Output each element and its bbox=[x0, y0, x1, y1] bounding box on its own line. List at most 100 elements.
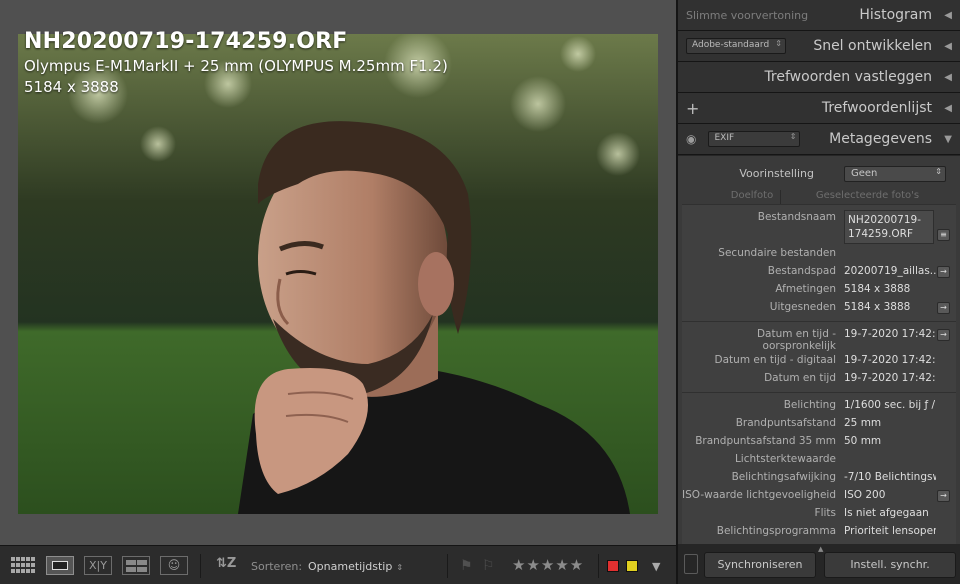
metadata-key: ISO-waarde lichtgevoeligheid bbox=[682, 489, 836, 501]
keyword-list-header[interactable]: + Trefwoordenlijst ◀ bbox=[678, 93, 960, 124]
portrait-photo bbox=[18, 34, 658, 514]
metadata-target-tabs: Doelfoto Geselecteerde foto's bbox=[684, 190, 954, 204]
loupe-view-icon[interactable] bbox=[46, 556, 74, 575]
flag-pick-icon[interactable]: ⚑ bbox=[460, 558, 473, 574]
preset-value: Geen bbox=[851, 168, 878, 179]
quick-develop-header[interactable]: Adobe-standaard ⇕ Snel ontwikkelen ◀ bbox=[678, 31, 960, 62]
chevron-updown-icon: ⇕ bbox=[396, 563, 404, 572]
go-to-crop-icon[interactable]: → bbox=[937, 302, 950, 314]
go-to-folder-icon[interactable]: → bbox=[937, 266, 950, 278]
add-keyword-icon[interactable]: + bbox=[686, 99, 699, 118]
quick-develop-title: Snel ontwikkelen bbox=[813, 38, 932, 54]
compare-view-icon[interactable]: X|Y bbox=[84, 556, 112, 575]
metadata-key: Bestandsnaam bbox=[757, 211, 836, 223]
metadata-key: Afmetingen bbox=[775, 283, 836, 295]
sync-bar: ▲ Synchroniseren Instell. synchr. bbox=[678, 545, 960, 584]
overlay-filename: NH20200719-174259.ORF bbox=[24, 29, 348, 54]
star-rating[interactable]: ★★★★★ bbox=[512, 556, 584, 574]
toolbar-divider bbox=[200, 554, 201, 578]
collapse-left-icon[interactable]: ◀ bbox=[944, 41, 952, 52]
metadata-value: 50 mm bbox=[844, 435, 882, 447]
sync-switch[interactable] bbox=[684, 554, 698, 574]
tab-target-photo[interactable]: Doelfoto bbox=[684, 190, 780, 204]
histogram-header[interactable]: Slimme voorvertoning Histogram ◀ bbox=[678, 0, 960, 31]
metadata-value: 5184 x 3888 bbox=[844, 301, 911, 313]
metadata-row-filename: Bestandsnaam NH20200719-174259.ORF ≡ bbox=[682, 209, 956, 245]
metadata-value: ISO 200 bbox=[844, 489, 886, 501]
loupe-view[interactable]: NH20200719-174259.ORF Olympus E-M1MarkII… bbox=[0, 0, 676, 545]
quick-develop-preset-value: Adobe-standaard bbox=[692, 40, 770, 50]
people-view-icon[interactable]: ☺ bbox=[160, 556, 188, 575]
sort-direction-icon[interactable]: ⇅Z bbox=[216, 556, 236, 575]
metadata-row-dimensions: Afmetingen 5184 x 3888 bbox=[682, 281, 956, 299]
preset-label: Voorinstelling bbox=[739, 167, 814, 180]
sync-settings-button[interactable]: Instell. synchr. bbox=[824, 552, 956, 578]
metadata-row-cropped: Uitgesneden 5184 x 3888 → bbox=[682, 299, 956, 317]
overlay-camera-lens: Olympus E-M1MarkII + 25 mm (OLYMPUS M.25… bbox=[24, 57, 448, 75]
metadata-value: Prioriteit lensopening bbox=[844, 525, 936, 537]
metadata-value: 25 mm bbox=[844, 417, 882, 429]
keywording-title: Trefwoorden vastleggen bbox=[764, 69, 932, 85]
collapse-left-icon[interactable]: ◀ bbox=[944, 72, 952, 83]
metadata-value bbox=[844, 245, 936, 247]
collapse-down-icon[interactable]: ▼ bbox=[944, 134, 952, 145]
metadata-key: Belichting bbox=[783, 399, 836, 411]
flag-reject-icon[interactable]: ⚐ bbox=[482, 558, 495, 574]
chevron-updown-icon: ⇕ bbox=[775, 39, 782, 48]
color-label-red[interactable] bbox=[607, 560, 619, 572]
metadata-row-focal-length: Brandpuntsafstand 25 mm bbox=[682, 415, 956, 433]
metadata-row-date: Datum en tijd 19-7-2020 17:42:59 bbox=[682, 370, 956, 388]
survey-view-icon[interactable] bbox=[122, 556, 150, 575]
metadata-value: 19-7-2020 17:42:... bbox=[844, 328, 936, 340]
quick-develop-preset-select[interactable]: Adobe-standaard ⇕ bbox=[686, 38, 786, 54]
sort-select[interactable]: Opnametijdstip ⇕ bbox=[308, 560, 403, 573]
metadata-panel: Voorinstelling Geen ⇕ Doelfoto Geselectee… bbox=[678, 156, 960, 544]
color-label-yellow[interactable] bbox=[626, 560, 638, 572]
metadata-value: Is niet afgegaan bbox=[844, 507, 929, 519]
sort-value: Opnametijdstip bbox=[308, 560, 393, 573]
photo-preview[interactable] bbox=[18, 34, 658, 514]
metadata-key: Brandpuntsafstand 35 mm bbox=[695, 435, 836, 447]
file-info-block: Bestandsnaam NH20200719-174259.ORF ≡ Sec… bbox=[682, 204, 956, 321]
tab-selected-photos[interactable]: Geselecteerde foto's bbox=[780, 190, 954, 204]
chevron-updown-icon: ⇕ bbox=[935, 167, 942, 176]
library-toolbar: X|Y ☺ ⇅Z Sorteren: Opnametijdstip ⇕ ⚑ ⚐ ★… bbox=[0, 545, 676, 584]
collapse-left-icon[interactable]: ◀ bbox=[944, 103, 952, 114]
edit-date-icon[interactable]: → bbox=[937, 329, 950, 341]
metadata-row-flash: Flits Is niet afgegaan bbox=[682, 505, 956, 523]
chevron-updown-icon: ⇕ bbox=[789, 132, 797, 141]
metadata-row-brightness: Lichtsterktewaarde bbox=[682, 451, 956, 469]
list-icon[interactable]: ≡ bbox=[937, 229, 950, 241]
metadata-value: 5184 x 3888 bbox=[844, 283, 911, 295]
filter-iso-icon[interactable]: → bbox=[937, 490, 950, 502]
metadata-key: Lichtsterktewaarde bbox=[734, 453, 836, 465]
eye-icon[interactable]: ◉ bbox=[686, 132, 696, 146]
histogram-title: Histogram bbox=[859, 7, 932, 23]
metadata-row-sidecar: Secundaire bestanden bbox=[682, 245, 956, 263]
metadata-header[interactable]: ◉ EXIF ⇕ Metagegevens ▼ bbox=[678, 124, 960, 155]
metadata-title: Metagegevens bbox=[829, 131, 932, 147]
metadata-view-select[interactable]: EXIF ⇕ bbox=[708, 131, 801, 147]
preset-select[interactable]: Geen ⇕ bbox=[844, 166, 946, 182]
grid-view-icon[interactable] bbox=[10, 556, 36, 575]
right-panel: Slimme voorvertoning Histogram ◀ Adobe-s… bbox=[676, 0, 960, 584]
metadata-row-date-digital: Datum en tijd - digitaal 19-7-2020 17:42… bbox=[682, 352, 956, 370]
panel-expand-icon[interactable]: ▲ bbox=[818, 545, 823, 553]
smart-preview-label: Slimme voorvertoning bbox=[686, 8, 809, 22]
info-overlay: NH20200719-174259.ORF Olympus E-M1MarkII… bbox=[24, 28, 448, 98]
collapse-left-icon[interactable]: ◀ bbox=[944, 10, 952, 21]
metadata-row-path: Bestandspad 20200719_aillas... → bbox=[682, 263, 956, 281]
sync-button[interactable]: Synchroniseren bbox=[704, 552, 816, 578]
metadata-row-exposure: Belichting 1/1600 sec. bij ƒ / 1,8 bbox=[682, 397, 956, 415]
filename-field[interactable]: NH20200719-174259.ORF bbox=[844, 210, 934, 244]
metadata-key: Bestandspad bbox=[767, 265, 836, 277]
metadata-key: Datum en tijd - oorspronkelijk bbox=[756, 328, 836, 352]
metadata-key: Datum en tijd - digitaal bbox=[714, 354, 836, 366]
metadata-row-focal-length-35: Brandpuntsafstand 35 mm 50 mm bbox=[682, 433, 956, 451]
toolbar-menu-chevron-icon[interactable]: ▼ bbox=[652, 560, 660, 573]
metadata-row-date-original: Datum en tijd - oorspronkelijk 19-7-2020… bbox=[682, 326, 956, 352]
overlay-dimensions: 5184 x 3888 bbox=[24, 78, 119, 96]
metadata-key: Datum en tijd bbox=[764, 372, 836, 384]
metadata-key: Brandpuntsafstand bbox=[735, 417, 836, 429]
keywording-header[interactable]: Trefwoorden vastleggen ◀ bbox=[678, 62, 960, 93]
